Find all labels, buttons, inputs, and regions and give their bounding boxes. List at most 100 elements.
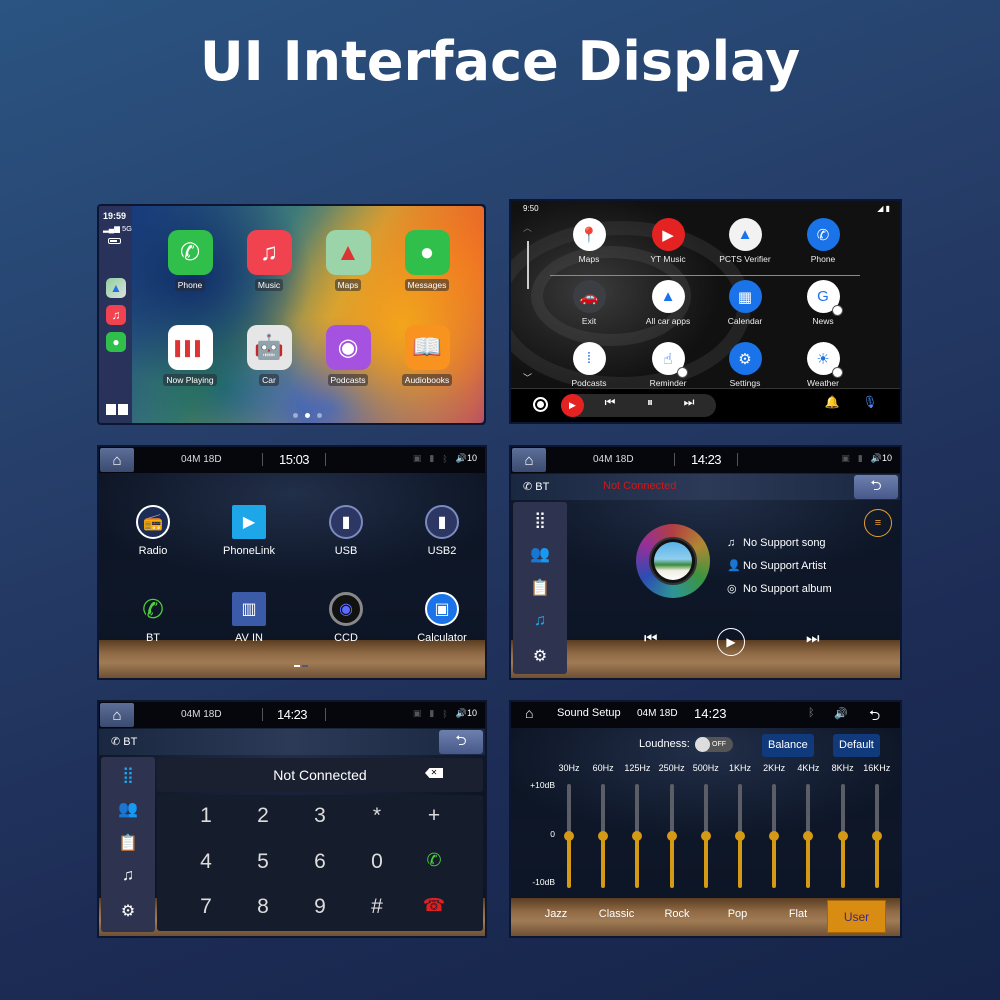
- app-audiobooks[interactable]: 📖 Audiobooks: [392, 325, 462, 388]
- preset-rock[interactable]: Rock: [647, 908, 707, 920]
- dock-maps-icon[interactable]: ▲: [106, 278, 126, 298]
- settings-icon[interactable]: ⚙: [513, 646, 567, 666]
- dock-music-icon[interactable]: ♫: [106, 305, 126, 325]
- app-yt-music[interactable]: ▶ YT Music: [628, 218, 708, 264]
- previous-track-button[interactable]: ⏮: [599, 395, 621, 410]
- call-log-icon[interactable]: 📋: [513, 578, 567, 598]
- app-ccd[interactable]: ◉ CCD: [301, 592, 391, 644]
- app-messages[interactable]: ● Messages: [392, 230, 462, 293]
- app-car[interactable]: 🤖 Car: [234, 325, 304, 388]
- preset-pop[interactable]: Pop: [708, 908, 768, 920]
- key-7[interactable]: 7: [186, 895, 226, 919]
- volume-icon[interactable]: 🔊: [834, 707, 848, 720]
- eq-slider-250hz[interactable]: [666, 831, 677, 841]
- app-exit[interactable]: 🚗 Exit: [549, 280, 629, 326]
- app-news[interactable]: G News: [783, 280, 863, 326]
- home-button[interactable]: ⌂: [512, 448, 546, 472]
- scroll-down-icon[interactable]: ﹀: [523, 371, 532, 384]
- preset-classic[interactable]: Classic: [587, 908, 647, 920]
- app-podcasts[interactable]: ◉ Podcasts: [313, 325, 383, 388]
- scroll-up-icon[interactable]: ︿: [523, 221, 532, 234]
- key-8[interactable]: 8: [243, 895, 283, 919]
- app-phonelink[interactable]: ▶ PhoneLink: [204, 505, 294, 557]
- eq-slider-30hz[interactable]: [564, 831, 574, 841]
- home-button[interactable]: [533, 397, 548, 412]
- contacts-icon[interactable]: 👥: [513, 544, 567, 564]
- music-icon[interactable]: ♫: [513, 612, 567, 630]
- key-1[interactable]: 1: [186, 804, 226, 828]
- key-0[interactable]: 0: [357, 850, 397, 874]
- contacts-icon[interactable]: 👥: [101, 799, 155, 819]
- key-3[interactable]: 3: [300, 804, 340, 828]
- app-settings[interactable]: ⚙ Settings: [705, 342, 785, 388]
- notification-bell-icon[interactable]: 🔔: [821, 395, 843, 409]
- app-radio[interactable]: 📻 Radio: [108, 505, 198, 557]
- app-calculator[interactable]: ▣ Calculator: [397, 592, 485, 644]
- back-button[interactable]: ⮌: [439, 730, 483, 754]
- app-music[interactable]: ♫ Music: [234, 230, 304, 293]
- eq-slider-16khz[interactable]: [871, 831, 882, 841]
- app-calendar[interactable]: ▦ Calendar: [705, 280, 785, 326]
- eq-slider-1khz[interactable]: [735, 831, 745, 841]
- app-now-playing[interactable]: ▌▌▌ Now Playing: [155, 325, 225, 388]
- play-button[interactable]: ▶: [717, 628, 745, 656]
- settings-icon[interactable]: ⚙: [101, 901, 155, 921]
- app-av-in[interactable]: ▥ AV IN: [204, 592, 294, 644]
- pause-button[interactable]: ⏸: [639, 395, 661, 410]
- preset-jazz[interactable]: Jazz: [526, 908, 586, 920]
- call-log-icon[interactable]: 📋: [101, 833, 155, 853]
- key-plus[interactable]: +: [414, 804, 454, 828]
- page-dot-active[interactable]: [305, 413, 310, 418]
- preset-flat[interactable]: Flat: [768, 908, 828, 920]
- app-weather[interactable]: ☀ Weather: [783, 342, 863, 388]
- preset-user[interactable]: User: [827, 900, 886, 933]
- page-dot[interactable]: [293, 413, 298, 418]
- hang-up-button[interactable]: ☎: [414, 895, 454, 916]
- eq-slider-500hz[interactable]: [700, 831, 711, 841]
- app-podcasts[interactable]: ⁞ Podcasts: [549, 342, 629, 388]
- home-button[interactable]: ⌂: [525, 705, 533, 721]
- app-bt[interactable]: ✆ BT: [108, 592, 198, 645]
- dashboard-toggle-icon[interactable]: [106, 404, 128, 415]
- scrollbar[interactable]: [527, 241, 529, 289]
- dialpad-icon[interactable]: ⣿: [513, 510, 567, 530]
- key-6[interactable]: 6: [300, 850, 340, 874]
- dialpad-icon[interactable]: ⣿: [101, 765, 155, 785]
- next-track-button[interactable]: ⏭: [806, 630, 820, 647]
- app-all-car-apps[interactable]: ▲ All car apps: [628, 280, 708, 326]
- call-button[interactable]: ✆: [414, 850, 454, 871]
- key-4[interactable]: 4: [186, 850, 226, 874]
- dock-messages-icon[interactable]: ●: [106, 332, 126, 352]
- default-button[interactable]: Default: [833, 734, 880, 757]
- volume-icon[interactable]: 🔊10: [456, 708, 477, 719]
- previous-track-button[interactable]: ⏮: [644, 630, 658, 647]
- eq-slider-2khz[interactable]: [769, 831, 780, 841]
- microphone-icon[interactable]: 🎙: [859, 395, 881, 409]
- volume-icon[interactable]: 🔊10: [871, 453, 892, 464]
- app-pcts-verifier[interactable]: ▲ PCTS Verifier: [705, 218, 785, 264]
- app-reminder[interactable]: ☝ Reminder: [628, 342, 708, 388]
- app-maps[interactable]: ▲ Maps: [313, 230, 383, 293]
- key-star[interactable]: *: [357, 804, 397, 828]
- eq-slider-60hz[interactable]: [598, 831, 609, 841]
- app-phone[interactable]: ✆ Phone: [783, 218, 863, 264]
- home-button[interactable]: ⌂: [100, 703, 134, 727]
- page-indicator-active[interactable]: [294, 665, 300, 667]
- key-5[interactable]: 5: [243, 850, 283, 874]
- app-usb2[interactable]: ▮ USB2: [397, 505, 485, 557]
- back-button[interactable]: ⮌: [854, 475, 898, 499]
- app-usb[interactable]: ▮ USB: [301, 505, 391, 557]
- music-icon[interactable]: ♫: [101, 867, 155, 885]
- back-button[interactable]: ⮌: [869, 705, 880, 729]
- home-button[interactable]: ⌂: [100, 448, 134, 472]
- next-track-button[interactable]: ⏭: [678, 395, 700, 410]
- eq-slider-4khz[interactable]: [803, 831, 814, 841]
- volume-icon[interactable]: 🔊10: [456, 453, 477, 464]
- key-2[interactable]: 2: [243, 804, 283, 828]
- equalizer-button[interactable]: ≡: [864, 509, 892, 537]
- page-dot[interactable]: [317, 413, 322, 418]
- eq-slider-125hz[interactable]: [632, 831, 643, 841]
- balance-button[interactable]: Balance: [762, 734, 814, 757]
- app-phone[interactable]: ✆ Phone: [155, 230, 225, 293]
- eq-slider-8khz[interactable]: [837, 831, 848, 841]
